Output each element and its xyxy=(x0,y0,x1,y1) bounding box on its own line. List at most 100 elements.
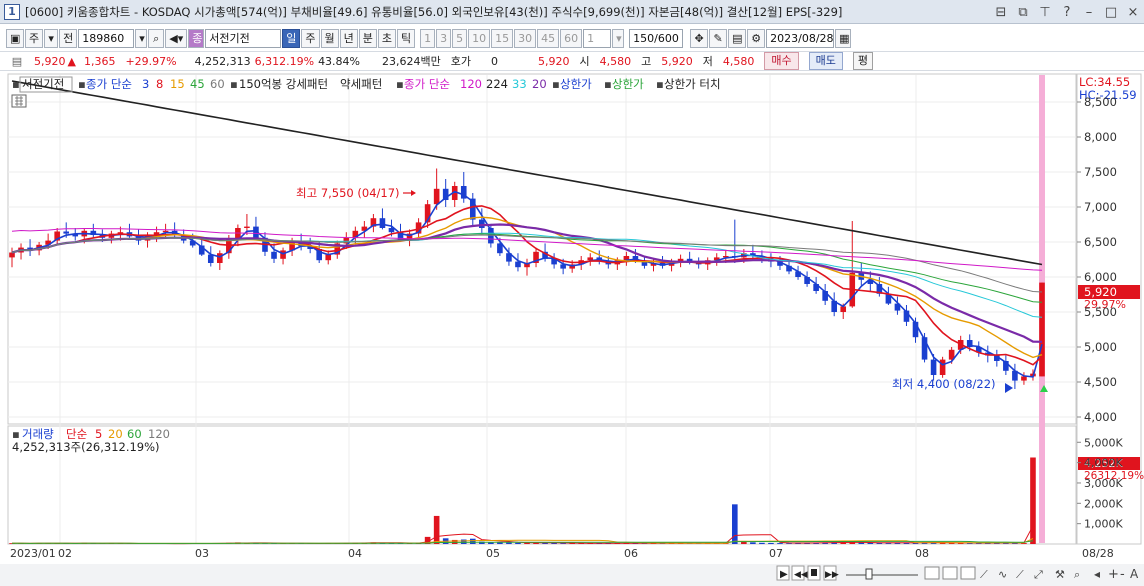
tools-icon[interactable]: ⚒ xyxy=(1055,568,1065,581)
legend-ma-45: 45 xyxy=(190,77,205,91)
x-axis-label: 04 xyxy=(348,547,362,560)
zoom-out-icon[interactable]: - xyxy=(1120,567,1125,582)
legend-upper-limit-2: 상한가 xyxy=(612,77,644,91)
volume-tick-label: 2,000K xyxy=(1084,497,1123,510)
legend-ma-label: 종가 단순 xyxy=(86,77,132,91)
candle-body xyxy=(1039,282,1045,377)
volume-tick-label: 3,000K xyxy=(1084,477,1123,490)
y-tick-label: 7,000 xyxy=(1084,200,1117,214)
legend-box-icon: ▪ xyxy=(552,77,560,91)
volume-legend-box-icon: ▪ xyxy=(12,427,20,441)
volume-bar xyxy=(433,515,440,544)
legend-box-icon: ▪ xyxy=(656,77,664,91)
ruler-icon[interactable]: ⟋ xyxy=(980,568,988,581)
legend-stock-name: 서전기전 xyxy=(22,77,64,91)
zoom-in-icon[interactable]: + xyxy=(1108,567,1119,582)
rewind-glyph: ◀◀ xyxy=(794,570,808,580)
layout-icon[interactable] xyxy=(924,566,940,580)
x-axis-label: 06 xyxy=(624,547,638,560)
y-tick-label: 4,500 xyxy=(1084,375,1117,389)
high-annotation: 최고 7,550 (04/17) xyxy=(296,186,400,200)
volume-ma-5: 5 xyxy=(95,427,102,441)
trend-icon[interactable]: ∿ xyxy=(998,568,1007,581)
x-axis-label: 07 xyxy=(769,547,783,560)
x-axis-label: 08/28 xyxy=(1082,547,1114,560)
legend-ma-120: 120 xyxy=(460,77,482,91)
volume-bar xyxy=(1030,457,1036,544)
measure-icon[interactable]: ⤢ xyxy=(1034,568,1043,581)
legend-box-icon: ▪ xyxy=(230,77,238,91)
scroll-left-icon[interactable]: ◂ xyxy=(1094,567,1100,581)
x-axis-label: 05 xyxy=(486,547,500,560)
stop-glyph xyxy=(811,569,817,576)
x-axis-label: 08 xyxy=(915,547,929,560)
legend-box-icon: ▪ xyxy=(12,77,20,91)
legend-ma-60: 60 xyxy=(210,77,225,91)
y-tick-label: 8,000 xyxy=(1084,130,1117,144)
volume-ma-20: 20 xyxy=(108,427,123,441)
candle-body xyxy=(271,251,277,259)
candle-body xyxy=(433,188,440,205)
candle-body xyxy=(939,359,946,375)
auto-icon[interactable]: A xyxy=(1130,567,1139,581)
legend-weak-pattern: 약세패턴 xyxy=(340,77,382,91)
legend-pattern: 150억봉 강세패턴 xyxy=(239,77,328,91)
legend-ma-3: 3 xyxy=(142,77,149,91)
x-axis-label: 02 xyxy=(58,547,72,560)
volume-ma-120: 120 xyxy=(148,427,170,441)
legend-box-icon: ▪ xyxy=(396,77,404,91)
legend-ma-33: 33 xyxy=(512,77,527,91)
legend-upper-touch: 상한가 터치 xyxy=(664,77,721,91)
forward-glyph: ▶▶ xyxy=(825,570,839,580)
price-chart[interactable]: ▪ 서전기전 ▪ 종가 단순 3 8 15 45 60 ▪ 150억봉 강세패턴… xyxy=(0,0,1144,586)
candle-body xyxy=(207,254,214,263)
volume-legend-label: 거래량 xyxy=(22,427,54,441)
zoom-tool-icon[interactable]: ⌕ xyxy=(1074,568,1080,581)
volume-header: 4,252,313주(26,312.19%) xyxy=(12,440,160,454)
volume-bar xyxy=(515,542,521,544)
y-tick-label: 5,500 xyxy=(1084,305,1117,319)
legend-box-icon: ▪ xyxy=(78,77,86,91)
legend-ma-8: 8 xyxy=(156,77,163,91)
legend-ma-20: 20 xyxy=(532,77,547,91)
candle-body xyxy=(930,359,937,375)
low-annotation: 최저 4,400 (08/22) xyxy=(892,377,996,391)
candle-body xyxy=(217,253,223,263)
legend-ma-224: 224 xyxy=(486,77,508,91)
legend-box-icon: ▪ xyxy=(604,77,612,91)
last-price-label: 5,920 xyxy=(1084,285,1117,299)
y-tick-label: 4,000 xyxy=(1084,410,1117,424)
candle-body xyxy=(379,218,386,228)
volume-tick-label: 4,000K xyxy=(1084,457,1123,470)
volume-ma-label: 단순 xyxy=(66,427,87,441)
x-axis-label: 03 xyxy=(195,547,209,560)
volume-bar xyxy=(460,539,467,544)
candle-body xyxy=(479,219,485,228)
line-tool-icon[interactable]: ⟋ xyxy=(1016,568,1024,581)
legend-ma2-label: 종가 단순 xyxy=(404,77,450,91)
y-tick-label: 8,500 xyxy=(1084,95,1117,109)
candle-body xyxy=(9,252,15,258)
candle-body xyxy=(244,226,250,228)
candle-body xyxy=(1021,376,1027,381)
play-glyph: ▶ xyxy=(780,569,788,580)
y-tick-label: 6,500 xyxy=(1084,235,1117,249)
layout-split-icon[interactable] xyxy=(942,566,958,580)
volume-ma-60: 60 xyxy=(127,427,142,441)
volume-bar xyxy=(469,538,476,544)
volume-bar xyxy=(768,542,774,544)
legend-ma-15: 15 xyxy=(170,77,185,91)
volume-tick-label: 5,000K xyxy=(1084,436,1123,449)
y-tick-label: 6,000 xyxy=(1084,270,1117,284)
lc-label: LC:34.55 xyxy=(1079,75,1130,89)
zoom-slider-thumb[interactable] xyxy=(865,568,873,580)
volume-bar xyxy=(524,542,530,544)
volume-bar xyxy=(750,542,756,544)
y-tick-label: 7,500 xyxy=(1084,165,1117,179)
candle-body xyxy=(280,250,286,259)
volume-tick-label: 1,000K xyxy=(1084,518,1123,531)
y-tick-label: 5,000 xyxy=(1084,340,1117,354)
layout-grid-icon[interactable] xyxy=(960,566,976,580)
candle-body xyxy=(325,254,332,261)
volume-bar xyxy=(732,504,738,544)
